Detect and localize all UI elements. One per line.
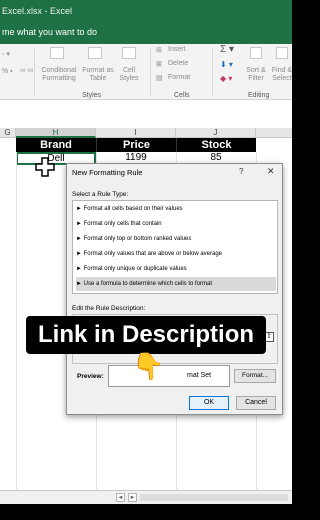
edit-rule-description-label: Edit the Rule Description: bbox=[72, 305, 146, 312]
preview-box: mat Set bbox=[108, 365, 230, 387]
window-title: Excel.xlsx - Excel bbox=[2, 6, 73, 16]
header-cell-stock[interactable]: Stock bbox=[176, 138, 256, 152]
cancel-button[interactable]: Cancel bbox=[236, 396, 276, 410]
column-header-g[interactable]: G bbox=[0, 128, 16, 138]
help-icon[interactable]: ? bbox=[239, 167, 243, 176]
find-select-button[interactable]: Find & Select bbox=[270, 67, 294, 83]
preview-label: Preview: bbox=[77, 373, 104, 380]
format-as-table-button[interactable]: Format as Table bbox=[80, 67, 116, 83]
format-as-table-icon[interactable] bbox=[88, 47, 102, 59]
ribbon-separator bbox=[212, 48, 213, 96]
rule-item[interactable]: ► Format only values that are above or b… bbox=[76, 247, 276, 261]
ribbon-separator bbox=[150, 48, 151, 96]
sort-filter-button[interactable]: Sort & Filter bbox=[244, 67, 268, 83]
column-header-j[interactable]: J bbox=[176, 128, 256, 138]
delete-button[interactable]: Delete bbox=[168, 60, 188, 67]
clear-icon[interactable]: ◆ ▾ bbox=[220, 74, 232, 83]
ok-button[interactable]: OK bbox=[189, 396, 229, 410]
conditional-formatting-button[interactable]: Conditional Formatting bbox=[36, 67, 82, 83]
insert-button[interactable]: Insert bbox=[168, 46, 186, 53]
formula-area bbox=[0, 100, 292, 128]
select-rule-type-label: Select a Rule Type: bbox=[72, 191, 129, 198]
title-bar: Excel.xlsx - Excel me what you want to d… bbox=[0, 0, 292, 44]
header-cell-price[interactable]: Price bbox=[96, 138, 176, 152]
close-icon[interactable]: ✕ bbox=[267, 166, 275, 177]
cell-styles-button[interactable]: Cell Styles bbox=[116, 67, 142, 83]
ribbon: ▫ ▾ % ▪ ⁰⁰ ⁰⁰ Conditional Formatting For… bbox=[0, 44, 292, 100]
new-formatting-rule-dialog: New Formatting Rule ? ✕ Select a Rule Ty… bbox=[66, 163, 283, 415]
find-select-icon[interactable] bbox=[276, 47, 288, 59]
autosum-icon[interactable]: Σ ▾ bbox=[220, 44, 234, 55]
horizontal-scrollbar[interactable] bbox=[140, 494, 288, 501]
tell-me-search[interactable]: me what you want to do bbox=[2, 27, 97, 37]
column-header-k[interactable] bbox=[256, 128, 292, 138]
rule-item[interactable]: ► Format all cells based on their values bbox=[76, 202, 276, 216]
format-icon: ▤ bbox=[156, 75, 163, 82]
decrease-decimal-icon[interactable]: ⁰⁰ ⁰⁰ bbox=[20, 68, 33, 76]
scroll-right-icon[interactable]: ► bbox=[128, 493, 137, 502]
rule-item-selected[interactable]: ► Use a formula to determine which cells… bbox=[76, 277, 276, 291]
link-in-description-banner: Link in Description bbox=[26, 316, 266, 354]
editing-group-label: Editing bbox=[248, 92, 270, 99]
sort-filter-icon[interactable] bbox=[250, 47, 262, 59]
percent-icon[interactable]: % ▪ bbox=[2, 68, 13, 75]
fill-icon[interactable]: ⬇ ▾ bbox=[220, 60, 233, 69]
cell-select-cursor-icon bbox=[35, 157, 55, 177]
conditional-formatting-icon[interactable] bbox=[50, 47, 64, 59]
delete-icon: ⊠ bbox=[156, 61, 162, 68]
rule-item[interactable]: ► Format only unique or duplicate values bbox=[76, 262, 276, 276]
styles-group-label: Styles bbox=[82, 92, 102, 99]
format-button[interactable]: Format bbox=[168, 74, 190, 81]
sheet-tab-bar: ◄ ► bbox=[0, 490, 292, 504]
column-header-i[interactable]: I bbox=[96, 128, 176, 138]
pointing-down-icon: 👇 bbox=[132, 351, 165, 381]
column-header-h[interactable]: H bbox=[16, 128, 96, 138]
dialog-title: New Formatting Rule bbox=[72, 168, 143, 177]
insert-icon: ⊞ bbox=[156, 47, 162, 54]
scroll-left-icon[interactable]: ◄ bbox=[116, 493, 125, 502]
header-cell-brand[interactable]: Brand bbox=[16, 138, 96, 152]
ribbon-separator bbox=[34, 48, 35, 96]
preview-text: mat Set bbox=[187, 372, 212, 379]
cells-group-label: Cells bbox=[174, 92, 190, 99]
format-button[interactable]: Format... bbox=[234, 369, 276, 383]
rule-item[interactable]: ► Format only top or bottom ranked value… bbox=[76, 232, 276, 246]
number-format-icon[interactable]: ▫ ▾ bbox=[2, 50, 10, 58]
rule-type-list[interactable]: ► Format all cells based on their values… bbox=[72, 200, 278, 294]
rule-item[interactable]: ► Format only cells that contain bbox=[76, 217, 276, 231]
cell-styles-icon[interactable] bbox=[122, 47, 136, 59]
gridline bbox=[16, 152, 17, 490]
